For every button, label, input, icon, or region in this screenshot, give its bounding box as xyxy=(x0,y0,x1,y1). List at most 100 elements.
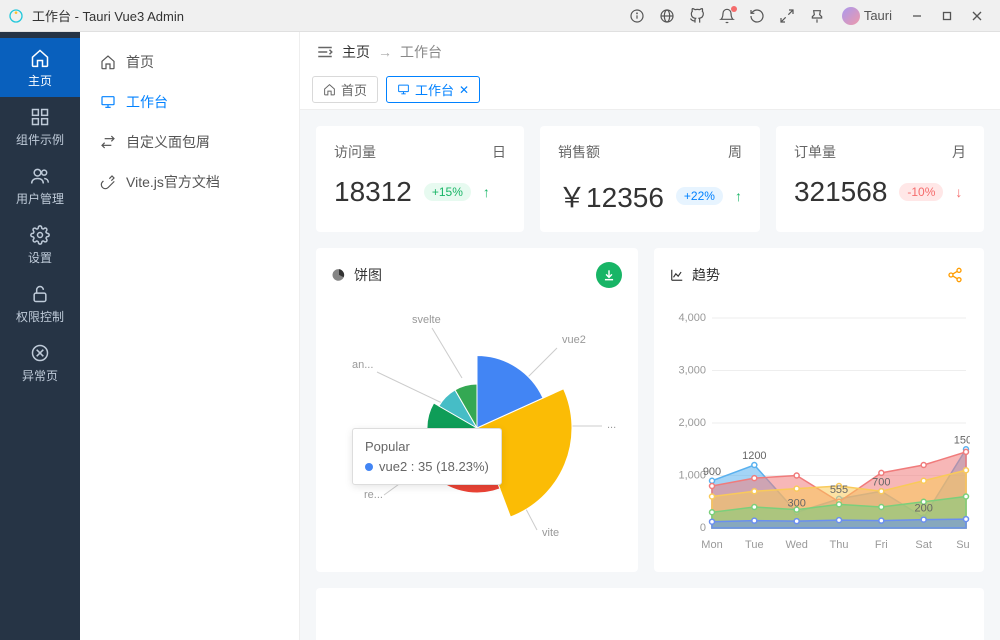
app-logo-icon xyxy=(8,8,24,24)
lock-icon xyxy=(30,284,50,304)
stat-unit: 日 xyxy=(492,142,506,162)
sidebar-item-label: 用户管理 xyxy=(16,192,64,206)
share-button[interactable] xyxy=(942,262,968,288)
svg-text:4,000: 4,000 xyxy=(678,312,706,324)
window-title: 工作台 - Tauri Vue3 Admin xyxy=(32,6,184,25)
stat-card: 访问量 日 18312 +15% ↑ xyxy=(316,126,524,232)
pin-icon[interactable] xyxy=(802,0,832,32)
chart-icon xyxy=(670,268,684,282)
svg-text:0: 0 xyxy=(700,522,706,534)
svg-text:300: 300 xyxy=(787,497,805,509)
stat-title: 订单量 xyxy=(794,142,966,162)
notification-dot xyxy=(731,6,737,12)
gear-icon xyxy=(30,225,50,245)
svg-text:3,000: 3,000 xyxy=(678,365,706,377)
trend-down-icon: ↓ xyxy=(955,184,962,200)
stat-unit: 月 xyxy=(952,142,966,162)
stat-value: 18312 xyxy=(334,176,412,208)
tab-workbench[interactable]: 工作台 ✕ xyxy=(386,76,480,103)
svg-text:Sun: Sun xyxy=(956,539,970,551)
svg-text:1500: 1500 xyxy=(954,434,970,446)
tab-close-icon[interactable]: ✕ xyxy=(459,83,469,97)
link-icon xyxy=(100,174,116,190)
pie-tooltip: Popular vue2 : 35 (18.23%) xyxy=(352,428,502,485)
submenu-item-home[interactable]: 首页 xyxy=(80,42,299,82)
trend-card: 趋势 01,0002,0003,0004,000MonTueWedThuFriS… xyxy=(654,248,984,572)
table-icon xyxy=(332,602,968,640)
refresh-icon[interactable] xyxy=(742,0,772,32)
sidebar-item-settings[interactable]: 设置 xyxy=(0,215,80,274)
svg-text:an...: an... xyxy=(352,359,373,371)
stat-unit: 周 xyxy=(728,142,742,162)
breadcrumb-current: 工作台 xyxy=(400,42,442,62)
sidebar-toggle-icon[interactable] xyxy=(316,43,334,61)
pie-icon xyxy=(332,268,346,282)
share-icon xyxy=(947,267,963,283)
svg-text:Wed: Wed xyxy=(785,539,807,551)
fullscreen-icon[interactable] xyxy=(772,0,802,32)
sidebar-item-permission[interactable]: 权限控制 xyxy=(0,274,80,333)
submenu-item-vite[interactable]: Vite.js官方文档 xyxy=(80,162,299,202)
download-icon xyxy=(602,268,616,282)
window-close-button[interactable] xyxy=(962,0,992,32)
home-icon xyxy=(323,83,336,96)
svg-text:...: ... xyxy=(607,419,616,431)
sidebar-item-error[interactable]: 异常页 xyxy=(0,333,80,392)
stat-title: 访问量 xyxy=(334,142,506,162)
pie-chart[interactable]: sveltevue2an...re...vite... Popular vue2… xyxy=(332,298,622,548)
sidebar-item-label: 主页 xyxy=(28,74,52,88)
svg-text:900: 900 xyxy=(703,466,721,478)
home-icon xyxy=(30,48,50,68)
svg-text:Sat: Sat xyxy=(915,539,932,551)
stat-card: 销售额 周 ￥12356 +22% ↑ xyxy=(540,126,760,232)
sidebar-item-label: 组件示例 xyxy=(16,133,64,147)
users-icon xyxy=(30,166,50,186)
tooltip-text: vue2 : 35 (18.23%) xyxy=(379,459,489,474)
info-icon[interactable] xyxy=(622,0,652,32)
sidebar-item-label: 异常页 xyxy=(22,369,58,383)
monitor-icon xyxy=(397,83,410,96)
content-area: 主页 → 工作台 首页 工作台 ✕ 访问量 日 18312 +15% ↑ 销售额… xyxy=(300,32,1000,640)
home-icon xyxy=(100,54,116,70)
stat-value: ￥12356 xyxy=(558,176,664,216)
stat-title: 销售额 xyxy=(558,142,742,162)
trend-chart[interactable]: 01,0002,0003,0004,000MonTueWedThuFriSatS… xyxy=(670,298,968,558)
svg-text:vue2: vue2 xyxy=(562,334,586,346)
trend-up-icon: ↑ xyxy=(735,188,742,204)
scroll-container[interactable]: 访问量 日 18312 +15% ↑ 销售额 周 ￥12356 +22% ↑ 订… xyxy=(300,110,1000,640)
svg-text:Mon: Mon xyxy=(701,539,722,551)
tooltip-series: Popular xyxy=(365,437,489,457)
download-button[interactable] xyxy=(596,262,622,288)
submenu-item-breadcrumb[interactable]: 自定义面包屑 xyxy=(80,122,299,162)
submenu-item-label: Vite.js官方文档 xyxy=(126,172,220,192)
svg-text:555: 555 xyxy=(830,484,848,496)
trend-title: 趋势 xyxy=(670,265,720,285)
breadcrumb: 主页 → 工作台 xyxy=(300,32,1000,72)
sidebar-item-components[interactable]: 组件示例 xyxy=(0,97,80,156)
tab-home[interactable]: 首页 xyxy=(312,76,378,103)
svg-text:1200: 1200 xyxy=(742,450,766,462)
avatar xyxy=(842,7,860,25)
submenu-item-label: 工作台 xyxy=(126,92,168,112)
globe-icon[interactable] xyxy=(652,0,682,32)
sidebar-item-home[interactable]: 主页 xyxy=(0,38,80,97)
user-menu[interactable]: Tauri xyxy=(832,7,902,25)
stat-badge: -10% xyxy=(899,183,943,201)
sidebar-item-label: 权限控制 xyxy=(16,310,64,324)
breadcrumb-home[interactable]: 主页 xyxy=(342,42,370,62)
bell-icon[interactable] xyxy=(712,0,742,32)
window-minimize-button[interactable] xyxy=(902,0,932,32)
sidebar-secondary: 首页 工作台 自定义面包屑 Vite.js官方文档 xyxy=(80,32,300,640)
svg-text:700: 700 xyxy=(872,476,890,488)
grid-icon xyxy=(30,107,50,127)
stat-badge: +22% xyxy=(676,187,723,205)
github-icon[interactable] xyxy=(682,0,712,32)
svg-text:Fri: Fri xyxy=(875,539,888,551)
window-maximize-button[interactable] xyxy=(932,0,962,32)
svg-text:re...: re... xyxy=(364,489,383,501)
sidebar-item-users[interactable]: 用户管理 xyxy=(0,156,80,215)
submenu-item-workbench[interactable]: 工作台 xyxy=(80,82,299,122)
svg-text:Thu: Thu xyxy=(830,539,849,551)
sidebar-primary: 主页 组件示例 用户管理 设置 权限控制 异常页 xyxy=(0,32,80,640)
breadcrumb-separator: → xyxy=(378,44,392,60)
